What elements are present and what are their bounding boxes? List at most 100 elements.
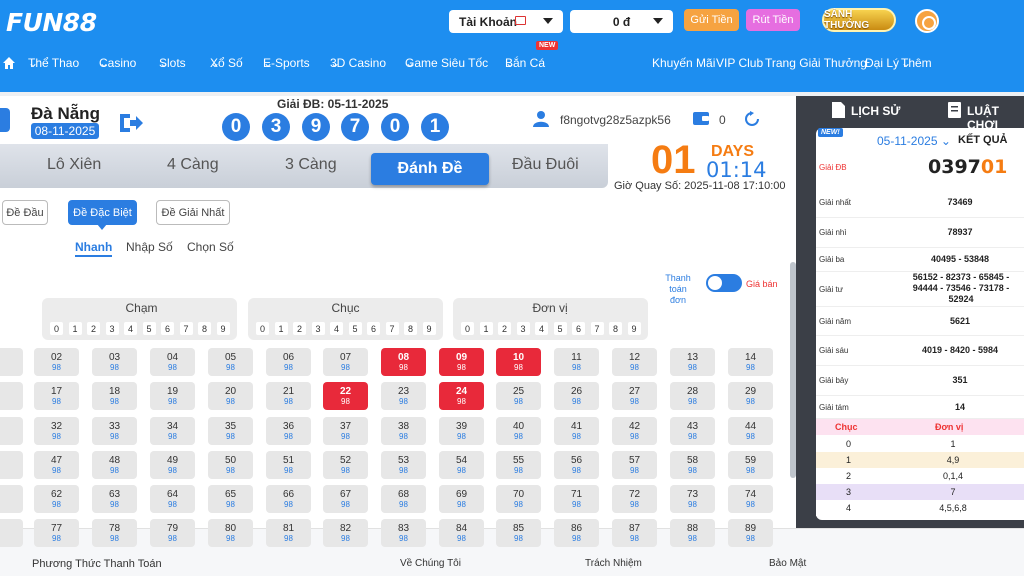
number-cell[interactable]: 698 [0, 519, 23, 547]
nav-lottery[interactable]: Xổ Số ⌄ [210, 56, 243, 70]
number-cell[interactable]: 80 98 [208, 519, 253, 547]
digit-button[interactable]: 3 [516, 322, 530, 335]
number-cell[interactable]: 86 98 [554, 519, 599, 547]
nav-sports[interactable]: Thể Thao ⌄ [28, 56, 79, 70]
digit-button[interactable]: 4 [330, 322, 343, 335]
number-cell[interactable]: 12 98 [612, 348, 657, 376]
nav-vip-club[interactable]: VIP Club [716, 56, 763, 70]
number-cell[interactable]: 50 98 [208, 451, 253, 479]
number-cell[interactable]: 72 98 [612, 485, 657, 513]
tab-4-cang[interactable]: 4 Càng [167, 156, 219, 174]
fun88-logo[interactable]: FUN88 [6, 8, 97, 37]
number-cell[interactable]: 44 98 [728, 417, 773, 445]
number-cell[interactable]: 38 98 [381, 417, 426, 445]
number-cell[interactable]: 25 98 [496, 382, 541, 410]
nav-agent[interactable]: Đại Lý [865, 56, 899, 70]
results-date-select[interactable]: 05-11-2025 ⌄ [877, 134, 951, 148]
digit-button[interactable]: 1 [479, 322, 493, 335]
number-cell[interactable]: 11 98 [554, 348, 599, 376]
digit-button[interactable]: 3 [105, 322, 119, 335]
number-cell[interactable]: 78 98 [92, 519, 137, 547]
reward-hall-button[interactable]: SẢNH THƯỞNG [822, 8, 896, 32]
nav-slots[interactable]: Slots ⌄ [159, 56, 186, 70]
account-select[interactable]: Tài Khoản [449, 10, 563, 33]
number-cell[interactable]: 10 98 [496, 348, 541, 376]
digit-button[interactable]: 8 [404, 322, 417, 335]
tab-danh-de[interactable]: Đánh Đề [371, 153, 489, 185]
number-cell[interactable]: 79 98 [150, 519, 195, 547]
number-cell[interactable]: 22 98 [323, 382, 368, 410]
digit-button[interactable]: 5 [142, 322, 156, 335]
tab-3-cang[interactable]: 3 Càng [285, 156, 337, 174]
number-cell[interactable]: 698 [0, 382, 23, 410]
footer-payment[interactable]: Phương Thức Thanh Toán [32, 558, 162, 570]
nav-promotions[interactable]: Khuyến Mãi [652, 56, 715, 70]
number-cell[interactable]: 198 [0, 417, 23, 445]
digit-button[interactable]: 4 [535, 322, 548, 335]
number-cell[interactable]: 73 98 [670, 485, 715, 513]
digit-button[interactable]: 2 [87, 322, 100, 335]
number-cell[interactable]: 24 98 [439, 382, 484, 410]
number-cell[interactable]: 49 98 [150, 451, 195, 479]
number-cell[interactable]: 69 98 [439, 485, 484, 513]
number-cell[interactable]: 47 98 [34, 451, 79, 479]
mode-nhap-so[interactable]: Nhập Số [126, 240, 173, 254]
number-cell[interactable]: 43 98 [670, 417, 715, 445]
number-cell[interactable]: 20 98 [208, 382, 253, 410]
number-cell[interactable]: 09 98 [439, 348, 484, 376]
digit-button[interactable]: 6 [572, 322, 585, 335]
number-cell[interactable]: 65 98 [208, 485, 253, 513]
number-cell[interactable]: 40 98 [496, 417, 541, 445]
digit-button[interactable]: 5 [553, 322, 567, 335]
number-cell[interactable]: 13 98 [670, 348, 715, 376]
number-cell[interactable]: 74 98 [728, 485, 773, 513]
number-cell[interactable]: 39 98 [439, 417, 484, 445]
nav-prize-page[interactable]: Trang Giải Thưởng [765, 56, 867, 70]
number-cell[interactable]: 59 98 [728, 451, 773, 479]
number-cell[interactable]: 84 98 [439, 519, 484, 547]
mode-nhanh[interactable]: Nhanh [75, 240, 113, 257]
number-cell[interactable]: 29 98 [728, 382, 773, 410]
number-cell[interactable]: 85 98 [496, 519, 541, 547]
number-cell[interactable]: 87 98 [612, 519, 657, 547]
number-cell[interactable]: 82 98 [323, 519, 368, 547]
number-cell[interactable]: 58 98 [670, 451, 715, 479]
number-cell[interactable]: 41 98 [554, 417, 599, 445]
number-cell[interactable]: 53 98 [381, 451, 426, 479]
deposit-button[interactable]: Gửi Tiền [684, 9, 739, 31]
number-cell[interactable]: 64 98 [150, 485, 195, 513]
subtab-de-dac-biet[interactable]: Đề Đặc Biệt [68, 200, 137, 230]
number-cell[interactable]: 52 98 [323, 451, 368, 479]
digit-button[interactable]: 6 [367, 322, 380, 335]
number-cell[interactable]: 48 98 [92, 451, 137, 479]
city-date[interactable]: 08-11-2025 [31, 123, 99, 139]
number-cell[interactable]: 62 98 [34, 485, 79, 513]
number-cell[interactable]: 03 98 [92, 348, 137, 376]
number-cell[interactable]: 07 98 [323, 348, 368, 376]
digit-button[interactable]: 2 [498, 322, 511, 335]
number-cell[interactable]: 23 98 [381, 382, 426, 410]
digit-button[interactable]: 9 [627, 322, 641, 335]
number-cell[interactable]: 08 98 [381, 348, 426, 376]
number-cell[interactable]: 71 98 [554, 485, 599, 513]
digit-button[interactable]: 3 [311, 322, 325, 335]
number-cell[interactable]: 77 98 [34, 519, 79, 547]
number-cell[interactable]: 89 98 [728, 519, 773, 547]
support-icon[interactable] [915, 9, 939, 33]
nav-fishing[interactable]: Bắn Cá ⌄ [505, 56, 545, 70]
number-cell[interactable]: 698 [0, 451, 23, 479]
nav-casino[interactable]: Casino ⌄ [99, 56, 136, 70]
number-cell[interactable]: 55 98 [496, 451, 541, 479]
subtab-de-dau[interactable]: Đề Đầu [2, 200, 48, 225]
digit-button[interactable]: 1 [68, 322, 82, 335]
number-cell[interactable]: 26 98 [554, 382, 599, 410]
digit-button[interactable]: 1 [274, 322, 288, 335]
digit-button[interactable]: 7 [385, 322, 399, 335]
number-cell[interactable]: 83 98 [381, 519, 426, 547]
digit-button[interactable]: 2 [293, 322, 306, 335]
number-cell[interactable]: 70 98 [496, 485, 541, 513]
number-cell[interactable]: 19 98 [150, 382, 195, 410]
tab-history[interactable]: LỊCH SỬ [851, 104, 900, 118]
number-cell[interactable]: 33 98 [92, 417, 137, 445]
number-cell[interactable]: 57 98 [612, 451, 657, 479]
